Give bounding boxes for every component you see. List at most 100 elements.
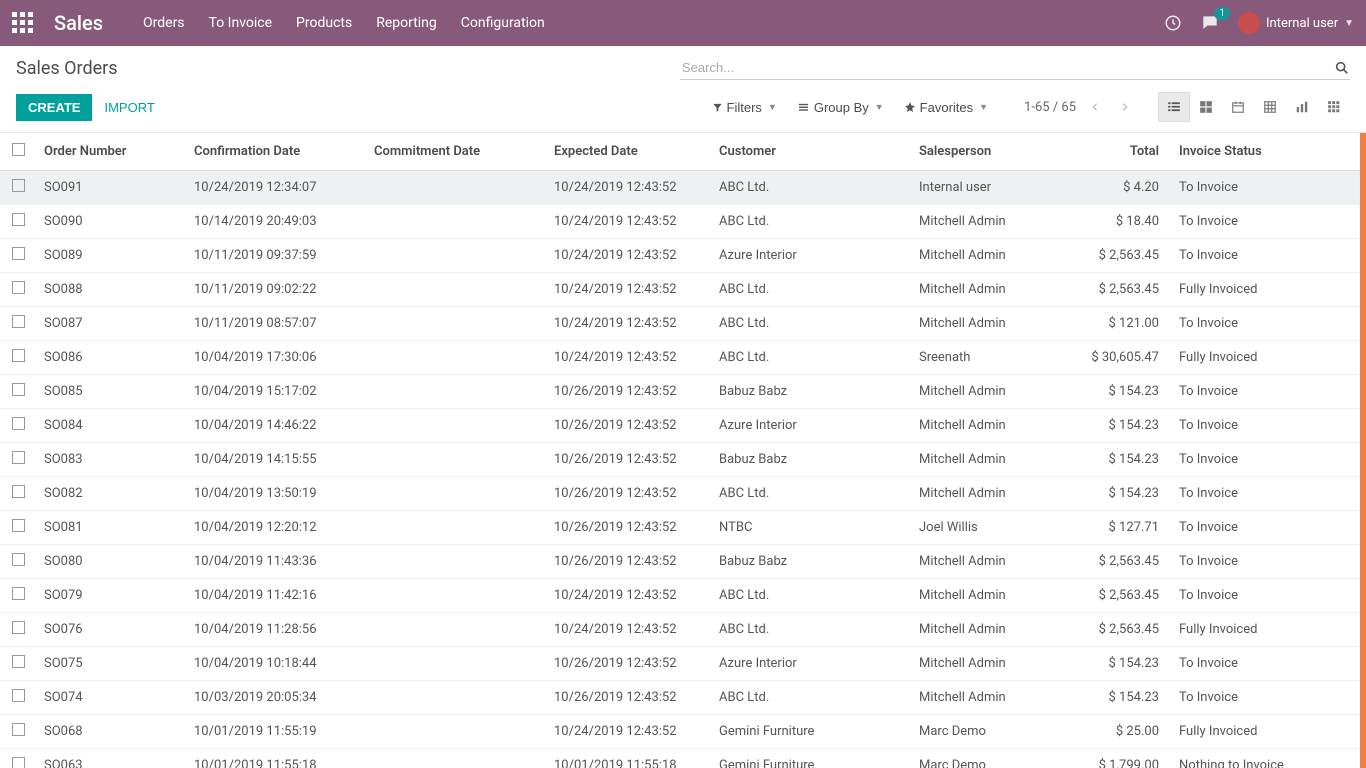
table-row[interactable]: SO08710/11/2019 08:57:0710/24/2019 12:43… xyxy=(0,307,1366,341)
row-checkbox[interactable] xyxy=(12,587,25,600)
table-row[interactable]: SO08310/04/2019 14:15:5510/26/2019 12:43… xyxy=(0,443,1366,477)
row-checkbox[interactable] xyxy=(12,179,25,192)
col-expected[interactable]: Expected Date xyxy=(546,133,711,171)
view-activity[interactable] xyxy=(1318,92,1350,122)
cell-total: $ 121.00 xyxy=(1066,307,1171,341)
groupby-button[interactable]: Group By▼ xyxy=(789,96,892,119)
row-checkbox[interactable] xyxy=(12,689,25,702)
row-checkbox[interactable] xyxy=(12,655,25,668)
table-row[interactable]: SO09110/24/2019 12:34:0710/24/2019 12:43… xyxy=(0,171,1366,205)
cell-total: $ 18.40 xyxy=(1066,205,1171,239)
messages-icon[interactable]: 1 xyxy=(1200,13,1220,33)
select-all-checkbox[interactable] xyxy=(12,143,25,156)
table-row[interactable]: SO08110/04/2019 12:20:1210/26/2019 12:43… xyxy=(0,511,1366,545)
cell-expected: 10/26/2019 12:43:52 xyxy=(546,511,711,545)
cell-order: SO079 xyxy=(36,579,186,613)
cell-invoice-status: To Invoice xyxy=(1171,647,1366,681)
table-row[interactable]: SO06310/01/2019 11:55:1810/01/2019 11:55… xyxy=(0,749,1366,768)
row-checkbox[interactable] xyxy=(12,213,25,226)
cell-invoice-status: Fully Invoiced xyxy=(1171,613,1366,647)
col-salesperson[interactable]: Salesperson xyxy=(911,133,1066,171)
pager-next[interactable] xyxy=(1114,96,1136,118)
search-bar[interactable] xyxy=(680,56,1350,80)
app-brand[interactable]: Sales xyxy=(54,11,103,35)
row-checkbox[interactable] xyxy=(12,485,25,498)
view-graph[interactable] xyxy=(1286,92,1318,122)
apps-icon[interactable] xyxy=(12,12,34,34)
view-switcher xyxy=(1158,92,1350,122)
col-invoice-status[interactable]: Invoice Status xyxy=(1171,133,1366,171)
cell-total: $ 154.23 xyxy=(1066,443,1171,477)
table-row[interactable]: SO08010/04/2019 11:43:3610/26/2019 12:43… xyxy=(0,545,1366,579)
pager-text[interactable]: 1-65 / 65 xyxy=(1024,100,1076,115)
cell-commitment xyxy=(366,239,546,273)
cell-expected: 10/24/2019 12:43:52 xyxy=(546,613,711,647)
table-row[interactable]: SO07510/04/2019 10:18:4410/26/2019 12:43… xyxy=(0,647,1366,681)
filters-button[interactable]: Filters▼ xyxy=(704,96,785,119)
row-checkbox[interactable] xyxy=(12,349,25,362)
cell-confirmation: 10/04/2019 11:43:36 xyxy=(186,545,366,579)
cell-salesperson: Mitchell Admin xyxy=(911,647,1066,681)
row-checkbox[interactable] xyxy=(12,757,25,768)
cell-total: $ 25.00 xyxy=(1066,715,1171,749)
favorites-button[interactable]: Favorites▼ xyxy=(896,96,996,119)
cell-invoice-status: To Invoice xyxy=(1171,409,1366,443)
cell-customer: ABC Ltd. xyxy=(711,171,911,205)
pager-prev[interactable] xyxy=(1084,96,1106,118)
menu-orders[interactable]: Orders xyxy=(143,15,185,31)
table-row[interactable]: SO09010/14/2019 20:49:0310/24/2019 12:43… xyxy=(0,205,1366,239)
view-pivot[interactable] xyxy=(1254,92,1286,122)
row-checkbox[interactable] xyxy=(12,519,25,532)
cell-expected: 10/24/2019 12:43:52 xyxy=(546,273,711,307)
cell-order: SO063 xyxy=(36,749,186,768)
cell-confirmation: 10/04/2019 15:17:02 xyxy=(186,375,366,409)
menu-products[interactable]: Products xyxy=(296,15,352,31)
search-icon[interactable] xyxy=(1334,60,1350,76)
table-row[interactable]: SO08210/04/2019 13:50:1910/26/2019 12:43… xyxy=(0,477,1366,511)
cell-total: $ 2,563.45 xyxy=(1066,545,1171,579)
menu-to-invoice[interactable]: To Invoice xyxy=(209,15,273,31)
search-input[interactable] xyxy=(680,56,1334,79)
row-checkbox[interactable] xyxy=(12,451,25,464)
activity-icon[interactable] xyxy=(1164,14,1182,32)
import-button[interactable]: IMPORT xyxy=(92,94,166,121)
view-kanban[interactable] xyxy=(1190,92,1222,122)
cell-order: SO082 xyxy=(36,477,186,511)
cell-salesperson: Sreenath xyxy=(911,341,1066,375)
view-calendar[interactable] xyxy=(1222,92,1254,122)
create-button[interactable]: CREATE xyxy=(16,94,92,121)
table-row[interactable]: SO07910/04/2019 11:42:1610/24/2019 12:43… xyxy=(0,579,1366,613)
table-row[interactable]: SO07410/03/2019 20:05:3410/26/2019 12:43… xyxy=(0,681,1366,715)
menu-reporting[interactable]: Reporting xyxy=(376,15,437,31)
table-row[interactable]: SO07610/04/2019 11:28:5610/24/2019 12:43… xyxy=(0,613,1366,647)
col-confirmation[interactable]: Confirmation Date xyxy=(186,133,366,171)
col-total[interactable]: Total xyxy=(1066,133,1171,171)
table-row[interactable]: SO08910/11/2019 09:37:5910/24/2019 12:43… xyxy=(0,239,1366,273)
row-checkbox[interactable] xyxy=(12,621,25,634)
col-order[interactable]: Order Number xyxy=(36,133,186,171)
table-row[interactable]: SO08510/04/2019 15:17:0210/26/2019 12:43… xyxy=(0,375,1366,409)
row-checkbox[interactable] xyxy=(12,417,25,430)
view-list[interactable] xyxy=(1158,92,1190,122)
row-checkbox[interactable] xyxy=(12,315,25,328)
col-commitment[interactable]: Commitment Date xyxy=(366,133,546,171)
row-checkbox[interactable] xyxy=(12,281,25,294)
cell-invoice-status: Nothing to Invoice xyxy=(1171,749,1366,768)
row-checkbox[interactable] xyxy=(12,247,25,260)
row-checkbox[interactable] xyxy=(12,383,25,396)
table-scroll[interactable]: Order Number Confirmation Date Commitmen… xyxy=(0,133,1366,768)
menu-configuration[interactable]: Configuration xyxy=(461,15,545,31)
table-row[interactable]: SO08410/04/2019 14:46:2210/26/2019 12:43… xyxy=(0,409,1366,443)
cell-invoice-status: To Invoice xyxy=(1171,375,1366,409)
cell-salesperson: Mitchell Admin xyxy=(911,477,1066,511)
table-row[interactable]: SO06810/01/2019 11:55:1910/24/2019 12:43… xyxy=(0,715,1366,749)
row-checkbox[interactable] xyxy=(12,723,25,736)
table-row[interactable]: SO08610/04/2019 17:30:0610/24/2019 12:43… xyxy=(0,341,1366,375)
user-menu[interactable]: Internal user ▼ xyxy=(1238,12,1354,34)
row-checkbox[interactable] xyxy=(12,553,25,566)
cell-total: $ 154.23 xyxy=(1066,477,1171,511)
cell-salesperson: Mitchell Admin xyxy=(911,307,1066,341)
table-row[interactable]: SO08810/11/2019 09:02:2210/24/2019 12:43… xyxy=(0,273,1366,307)
cell-order: SO081 xyxy=(36,511,186,545)
col-customer[interactable]: Customer xyxy=(711,133,911,171)
